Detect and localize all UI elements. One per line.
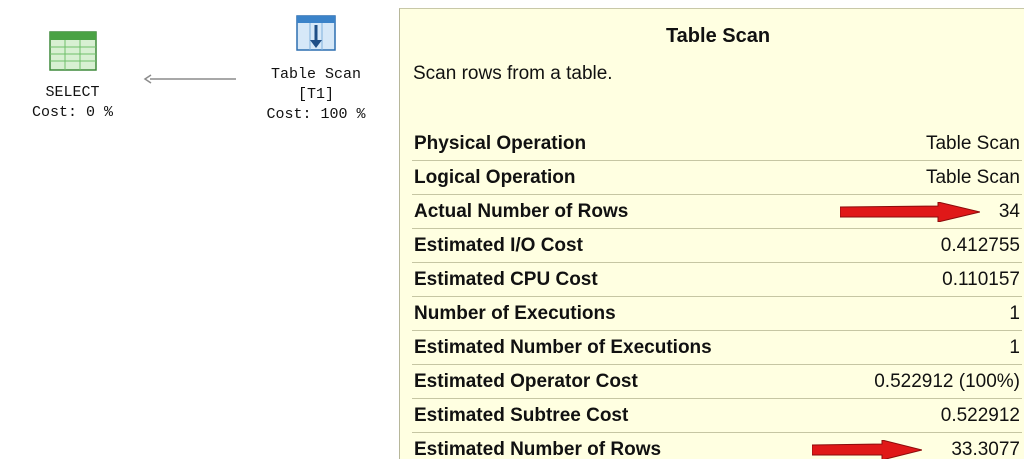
tooltip-title: Table Scan bbox=[665, 25, 771, 47]
property-label: Actual Number of Rows bbox=[412, 194, 819, 229]
tooltip-properties-table: Physical Operation Table Scan Logical Op… bbox=[412, 127, 1022, 459]
property-value: 0.522912 (100%) bbox=[818, 364, 1022, 399]
property-label: Estimated I/O Cost bbox=[412, 228, 819, 263]
property-label: Number of Executions bbox=[412, 296, 819, 331]
property-value: Table Scan bbox=[818, 127, 1022, 161]
table-scan-node-cost: Cost: 100 % bbox=[266, 106, 366, 123]
property-label: Estimated Operator Cost bbox=[412, 364, 819, 399]
red-arrow-icon bbox=[840, 201, 980, 222]
property-row: Logical Operation Table Scan bbox=[412, 160, 1022, 195]
actual-rows-value: 34 bbox=[998, 200, 1020, 222]
property-value: 0.522912 bbox=[818, 398, 1022, 433]
execution-plan-canvas: SELECT Cost: 0 % Table Scan [T1] Cost: 1… bbox=[0, 0, 1024, 459]
property-label: Physical Operation bbox=[412, 127, 819, 161]
property-row: Estimated Subtree Cost 0.522912 bbox=[412, 398, 1022, 433]
property-row: Estimated Number of Executions 1 bbox=[412, 330, 1022, 365]
property-row: Number of Executions 1 bbox=[412, 296, 1022, 331]
estimated-rows-value: 33.3077 bbox=[951, 438, 1020, 459]
select-node[interactable]: SELECT Cost: 0 % bbox=[0, 30, 145, 123]
property-value-with-arrow: 33.3077 bbox=[812, 432, 1022, 459]
property-label: Estimated CPU Cost bbox=[412, 262, 819, 297]
table-scan-node-name: Table Scan bbox=[270, 66, 361, 83]
property-label: Estimated Subtree Cost bbox=[412, 398, 819, 433]
table-scan-node-table: [T1] bbox=[297, 86, 334, 103]
table-scan-node[interactable]: Table Scan [T1] Cost: 100 % bbox=[240, 12, 392, 125]
property-row: Estimated CPU Cost 0.110157 bbox=[412, 262, 1022, 297]
property-value: Table Scan bbox=[818, 160, 1022, 195]
operator-tooltip: Table Scan Scan rows from a table. Physi… bbox=[399, 8, 1024, 459]
property-value-with-arrow: 34 bbox=[818, 194, 1022, 229]
property-value: 0.110157 bbox=[818, 262, 1022, 297]
select-node-cost: Cost: 0 % bbox=[31, 104, 113, 121]
tooltip-description: Scan rows from a table. bbox=[413, 63, 613, 84]
property-row: Physical Operation Table Scan bbox=[412, 127, 1022, 161]
property-label: Estimated Number of Executions bbox=[412, 330, 819, 365]
plan-flow-arrow bbox=[143, 74, 236, 84]
property-value: 0.412755 bbox=[818, 228, 1022, 263]
select-result-grid-icon bbox=[0, 30, 145, 81]
table-scan-icon bbox=[240, 12, 392, 63]
property-row: Estimated Operator Cost 0.522912 (100%) bbox=[412, 364, 1022, 399]
property-label: Logical Operation bbox=[412, 160, 819, 195]
property-row: Estimated I/O Cost 0.412755 bbox=[412, 228, 1022, 263]
property-row-highlighted: Estimated Number of Rows 33.3077 bbox=[412, 432, 1022, 459]
property-row-highlighted: Actual Number of Rows 34 bbox=[412, 194, 1022, 229]
property-value: 1 bbox=[818, 330, 1022, 365]
property-label: Estimated Number of Rows bbox=[412, 432, 819, 459]
red-arrow-icon bbox=[812, 439, 922, 459]
select-node-name: SELECT bbox=[45, 84, 100, 101]
property-value: 1 bbox=[818, 296, 1022, 331]
